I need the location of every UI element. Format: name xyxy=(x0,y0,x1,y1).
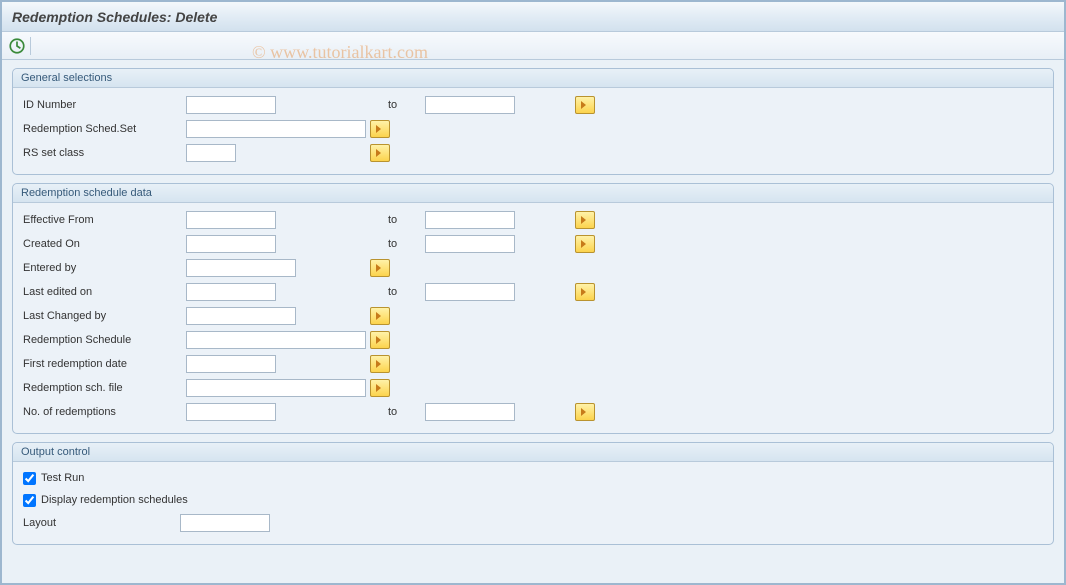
label-layout: Layout xyxy=(21,517,180,529)
multi-select-button[interactable] xyxy=(370,355,390,373)
row-layout: Layout xyxy=(21,512,1045,534)
multi-select-button[interactable] xyxy=(370,379,390,397)
multi-select-button[interactable] xyxy=(370,259,390,277)
row-test-run: Test Run xyxy=(21,468,1045,488)
last-edited-on-from[interactable] xyxy=(186,283,276,301)
row-last-changed-by: Last Changed by xyxy=(21,305,1045,327)
label-last-edited-on: Last edited on xyxy=(21,286,186,298)
row-rs-set-class: RS set class xyxy=(21,142,1045,164)
multi-select-button[interactable] xyxy=(575,211,595,229)
no-of-redemptions-to[interactable] xyxy=(425,403,515,421)
created-on-to[interactable] xyxy=(425,235,515,253)
to-label: to xyxy=(370,99,425,111)
toolbar xyxy=(2,32,1064,60)
label-created-on: Created On xyxy=(21,238,186,250)
groupbox-redemption-schedule-data: Redemption schedule data Effective From … xyxy=(12,183,1054,434)
rs-set-class-input[interactable] xyxy=(186,144,236,162)
id-number-to[interactable] xyxy=(425,96,515,114)
redemption-sch-file-input[interactable] xyxy=(186,379,366,397)
display-redemption-checkbox[interactable] xyxy=(23,494,36,507)
groupbox-body: Effective From to Created On to En xyxy=(13,203,1053,433)
entered-by-input[interactable] xyxy=(186,259,296,277)
multi-select-button[interactable] xyxy=(575,235,595,253)
label-id-number: ID Number xyxy=(21,99,186,111)
multi-select-button[interactable] xyxy=(370,144,390,162)
to-label: to xyxy=(370,286,425,298)
row-first-redemption-date: First redemption date xyxy=(21,353,1045,375)
label-entered-by: Entered by xyxy=(21,262,186,274)
row-entered-by: Entered by xyxy=(21,257,1045,279)
label-effective-from: Effective From xyxy=(21,214,186,226)
label-no-of-redemptions: No. of redemptions xyxy=(21,406,186,418)
created-on-from[interactable] xyxy=(186,235,276,253)
row-redemption-schedule: Redemption Schedule xyxy=(21,329,1045,351)
to-label: to xyxy=(370,406,425,418)
groupbox-output-control: Output control Test Run Display redempti… xyxy=(12,442,1054,545)
first-redemption-date-input[interactable] xyxy=(186,355,276,373)
titlebar: Redemption Schedules: Delete xyxy=(2,2,1064,32)
redemption-schedule-input[interactable] xyxy=(186,331,366,349)
groupbox-body: Test Run Display redemption schedules La… xyxy=(13,462,1053,544)
row-redemption-sched-set: Redemption Sched.Set xyxy=(21,118,1045,140)
multi-select-button[interactable] xyxy=(370,331,390,349)
page-title: Redemption Schedules: Delete xyxy=(12,9,217,25)
multi-select-button[interactable] xyxy=(575,283,595,301)
multi-select-button[interactable] xyxy=(575,96,595,114)
label-first-redemption-date: First redemption date xyxy=(21,358,186,370)
row-no-of-redemptions: No. of redemptions to xyxy=(21,401,1045,423)
last-edited-on-to[interactable] xyxy=(425,283,515,301)
execute-icon[interactable] xyxy=(8,37,26,55)
multi-select-button[interactable] xyxy=(575,403,595,421)
content-area: General selections ID Number to Redempti… xyxy=(2,60,1064,561)
toolbar-separator xyxy=(30,37,31,55)
row-redemption-sch-file: Redemption sch. file xyxy=(21,377,1045,399)
effective-from-to[interactable] xyxy=(425,211,515,229)
effective-from-from[interactable] xyxy=(186,211,276,229)
groupbox-header: Output control xyxy=(13,443,1053,462)
sap-window: Redemption Schedules: Delete © www.tutor… xyxy=(0,0,1066,585)
layout-input[interactable] xyxy=(180,514,270,532)
row-created-on: Created On to xyxy=(21,233,1045,255)
no-of-redemptions-from[interactable] xyxy=(186,403,276,421)
test-run-checkbox[interactable] xyxy=(23,472,36,485)
multi-select-button[interactable] xyxy=(370,120,390,138)
label-rs-set-class: RS set class xyxy=(21,147,186,159)
label-test-run: Test Run xyxy=(41,472,84,484)
groupbox-header: General selections xyxy=(13,69,1053,88)
to-label: to xyxy=(370,214,425,226)
groupbox-general-selections: General selections ID Number to Redempti… xyxy=(12,68,1054,175)
row-last-edited-on: Last edited on to xyxy=(21,281,1045,303)
label-redemption-sched-set: Redemption Sched.Set xyxy=(21,123,186,135)
row-effective-from: Effective From to xyxy=(21,209,1045,231)
groupbox-header: Redemption schedule data xyxy=(13,184,1053,203)
label-display-redemption: Display redemption schedules xyxy=(41,494,188,506)
label-last-changed-by: Last Changed by xyxy=(21,310,186,322)
to-label: to xyxy=(370,238,425,250)
groupbox-body: ID Number to Redemption Sched.Set xyxy=(13,88,1053,174)
label-redemption-schedule: Redemption Schedule xyxy=(21,334,186,346)
row-display-redemption: Display redemption schedules xyxy=(21,490,1045,510)
label-redemption-sch-file: Redemption sch. file xyxy=(21,382,186,394)
last-changed-by-input[interactable] xyxy=(186,307,296,325)
row-id-number: ID Number to xyxy=(21,94,1045,116)
multi-select-button[interactable] xyxy=(370,307,390,325)
id-number-from[interactable] xyxy=(186,96,276,114)
redemption-sched-set-input[interactable] xyxy=(186,120,366,138)
